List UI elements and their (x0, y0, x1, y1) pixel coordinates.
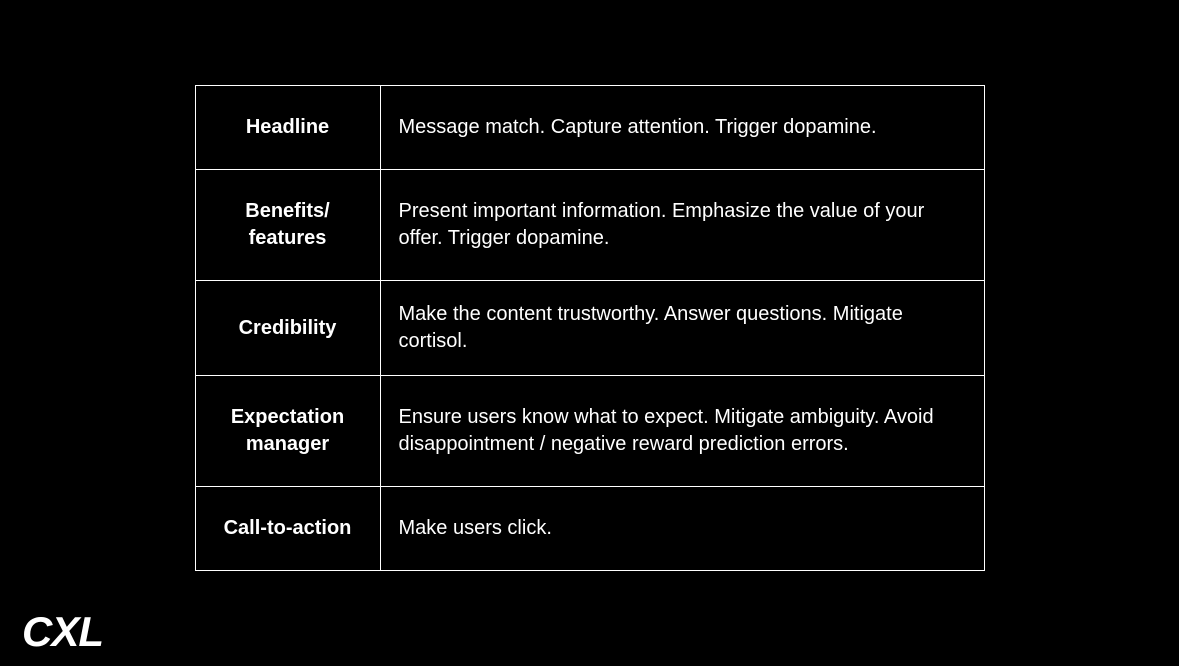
row-desc-expectation: Ensure users know what to expect. Mitiga… (380, 376, 984, 487)
table-row: Expectationmanager Ensure users know wha… (195, 376, 984, 487)
row-label-expectation: Expectationmanager (195, 376, 380, 487)
table-row: Credibility Make the content trustworthy… (195, 281, 984, 376)
row-desc-headline: Message match. Capture attention. Trigge… (380, 86, 984, 170)
brand-logo: CXL (22, 608, 103, 656)
row-label-headline: Headline (195, 86, 380, 170)
content-table-wrap: Headline Message match. Capture attentio… (195, 85, 985, 571)
row-desc-credibility: Make the content trustworthy. Answer que… (380, 281, 984, 376)
content-table: Headline Message match. Capture attentio… (195, 85, 985, 571)
row-label-credibility: Credibility (195, 281, 380, 376)
table-row: Call-to-action Make users click. (195, 487, 984, 571)
table-row: Benefits/features Present important info… (195, 170, 984, 281)
row-desc-cta: Make users click. (380, 487, 984, 571)
slide: Headline Message match. Capture attentio… (0, 0, 1179, 666)
row-desc-benefits: Present important information. Emphasize… (380, 170, 984, 281)
row-label-benefits: Benefits/features (195, 170, 380, 281)
row-label-cta: Call-to-action (195, 487, 380, 571)
table-row: Headline Message match. Capture attentio… (195, 86, 984, 170)
